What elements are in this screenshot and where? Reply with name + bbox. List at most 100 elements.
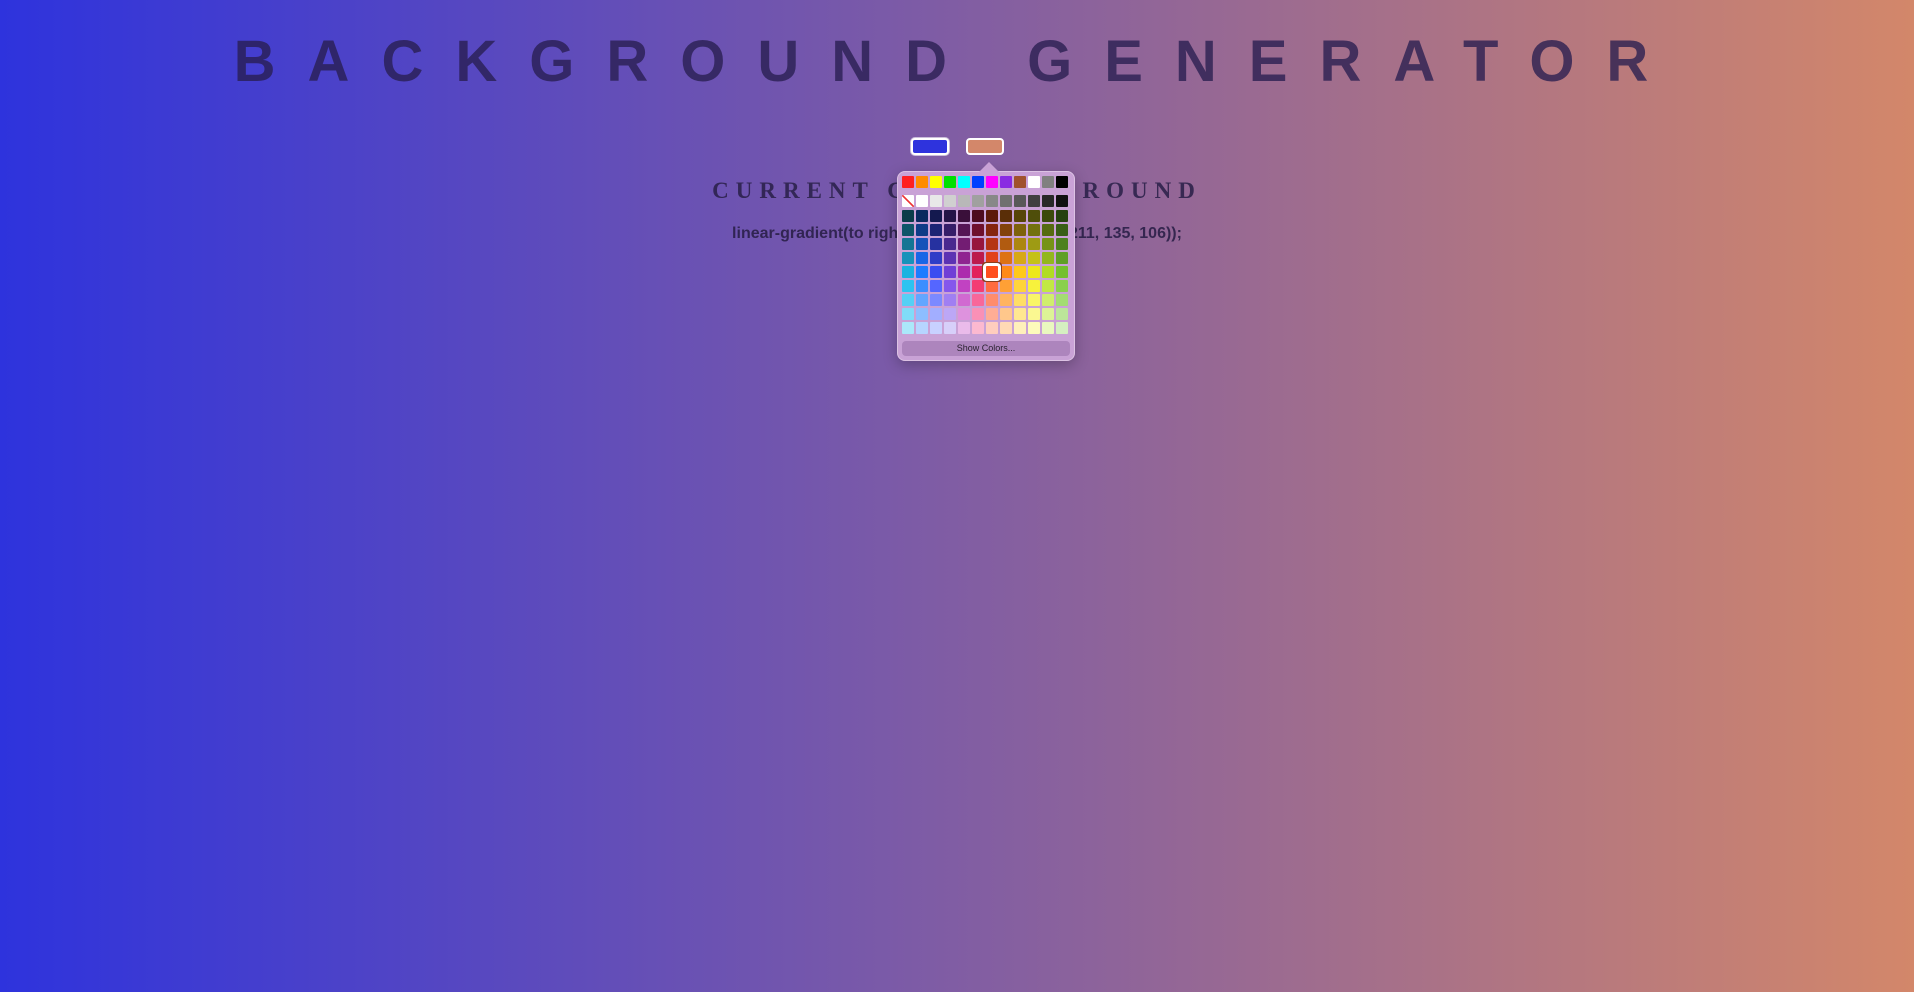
grid-color-swatch[interactable] [1042, 308, 1054, 320]
grid-color-swatch[interactable] [1028, 224, 1040, 236]
grid-color-swatch[interactable] [972, 252, 984, 264]
grid-color-swatch[interactable] [1014, 238, 1026, 250]
basic-color-swatch[interactable] [958, 176, 970, 188]
grid-color-swatch[interactable] [916, 294, 928, 306]
grid-color-swatch[interactable] [1028, 294, 1040, 306]
grid-color-swatch[interactable] [986, 224, 998, 236]
gray-color-swatch[interactable] [944, 195, 956, 207]
grid-color-swatch[interactable] [902, 294, 914, 306]
grid-color-swatch[interactable] [986, 308, 998, 320]
grid-color-swatch[interactable] [958, 224, 970, 236]
grid-color-swatch[interactable] [916, 266, 928, 278]
grid-color-swatch[interactable] [1056, 308, 1068, 320]
basic-color-swatch[interactable] [944, 176, 956, 188]
gray-color-swatch[interactable] [958, 195, 970, 207]
grid-color-swatch[interactable] [958, 294, 970, 306]
gray-color-swatch[interactable] [1042, 195, 1054, 207]
grid-color-swatch[interactable] [1014, 210, 1026, 222]
grid-color-swatch[interactable] [1014, 266, 1026, 278]
basic-color-swatch[interactable] [972, 176, 984, 188]
grid-color-swatch[interactable] [986, 322, 998, 334]
grid-color-swatch[interactable] [1056, 266, 1068, 278]
grid-color-swatch[interactable] [1000, 294, 1012, 306]
grid-color-swatch[interactable] [916, 252, 928, 264]
grid-color-swatch[interactable] [916, 308, 928, 320]
grid-color-swatch[interactable] [972, 294, 984, 306]
basic-color-swatch[interactable] [916, 176, 928, 188]
grid-color-swatch[interactable] [1056, 294, 1068, 306]
grid-color-swatch[interactable] [930, 280, 942, 292]
grid-color-swatch[interactable] [930, 294, 942, 306]
grid-color-swatch[interactable] [944, 224, 956, 236]
grid-color-swatch[interactable] [1042, 322, 1054, 334]
grid-color-swatch[interactable] [958, 280, 970, 292]
grid-color-swatch[interactable] [1028, 280, 1040, 292]
grid-color-swatch[interactable] [1042, 280, 1054, 292]
grid-color-swatch[interactable] [930, 210, 942, 222]
grid-color-swatch[interactable] [972, 224, 984, 236]
color2-picker-input[interactable] [966, 138, 1004, 155]
grid-color-swatch[interactable] [1000, 252, 1012, 264]
grid-color-swatch[interactable] [944, 294, 956, 306]
basic-color-swatch[interactable] [902, 176, 914, 188]
grid-color-swatch[interactable] [983, 263, 1001, 281]
gray-color-swatch[interactable] [972, 195, 984, 207]
grid-color-swatch[interactable] [902, 322, 914, 334]
basic-color-swatch[interactable] [1042, 176, 1054, 188]
gray-color-swatch[interactable] [1028, 195, 1040, 207]
grid-color-swatch[interactable] [972, 308, 984, 320]
grid-color-swatch[interactable] [930, 224, 942, 236]
grid-color-swatch[interactable] [1014, 252, 1026, 264]
grid-color-swatch[interactable] [958, 210, 970, 222]
grid-color-swatch[interactable] [944, 322, 956, 334]
grid-color-swatch[interactable] [930, 238, 942, 250]
grid-color-swatch[interactable] [1042, 224, 1054, 236]
grid-color-swatch[interactable] [1028, 210, 1040, 222]
grid-color-swatch[interactable] [944, 266, 956, 278]
basic-color-swatch[interactable] [1056, 176, 1068, 188]
grid-color-swatch[interactable] [902, 266, 914, 278]
grid-color-swatch[interactable] [958, 322, 970, 334]
gray-color-swatch[interactable] [916, 195, 928, 207]
grid-color-swatch[interactable] [1000, 238, 1012, 250]
grid-color-swatch[interactable] [916, 322, 928, 334]
grid-color-swatch[interactable] [1056, 224, 1068, 236]
grid-color-swatch[interactable] [902, 210, 914, 222]
grid-color-swatch[interactable] [958, 266, 970, 278]
grid-color-swatch[interactable] [1042, 294, 1054, 306]
grid-color-swatch[interactable] [1056, 252, 1068, 264]
grid-color-swatch[interactable] [972, 322, 984, 334]
grid-color-swatch[interactable] [986, 294, 998, 306]
grid-color-swatch[interactable] [930, 322, 942, 334]
grid-color-swatch[interactable] [902, 308, 914, 320]
grid-color-swatch[interactable] [1042, 252, 1054, 264]
grid-color-swatch[interactable] [1014, 224, 1026, 236]
gray-color-swatch[interactable] [930, 195, 942, 207]
grid-color-swatch[interactable] [986, 280, 998, 292]
grid-color-swatch[interactable] [1056, 322, 1068, 334]
grid-color-swatch[interactable] [916, 238, 928, 250]
grid-color-swatch[interactable] [944, 252, 956, 264]
grid-color-swatch[interactable] [1000, 266, 1012, 278]
grid-color-swatch[interactable] [1000, 322, 1012, 334]
grid-color-swatch[interactable] [1000, 210, 1012, 222]
grid-color-swatch[interactable] [958, 308, 970, 320]
grid-color-swatch[interactable] [944, 238, 956, 250]
grid-color-swatch[interactable] [958, 252, 970, 264]
grid-color-swatch[interactable] [1028, 322, 1040, 334]
grid-color-swatch[interactable] [1042, 210, 1054, 222]
grid-color-swatch[interactable] [1014, 294, 1026, 306]
grid-color-swatch[interactable] [902, 224, 914, 236]
grid-color-swatch[interactable] [944, 210, 956, 222]
grid-color-swatch[interactable] [972, 210, 984, 222]
gray-color-swatch[interactable] [986, 195, 998, 207]
grid-color-swatch[interactable] [944, 280, 956, 292]
grid-color-swatch[interactable] [1000, 308, 1012, 320]
show-colors-button[interactable]: Show Colors... [902, 341, 1070, 356]
no-color-swatch[interactable] [902, 195, 914, 207]
grid-color-swatch[interactable] [972, 280, 984, 292]
grid-color-swatch[interactable] [1042, 238, 1054, 250]
basic-color-swatch[interactable] [1014, 176, 1026, 188]
grid-color-swatch[interactable] [1000, 280, 1012, 292]
grid-color-swatch[interactable] [1028, 252, 1040, 264]
